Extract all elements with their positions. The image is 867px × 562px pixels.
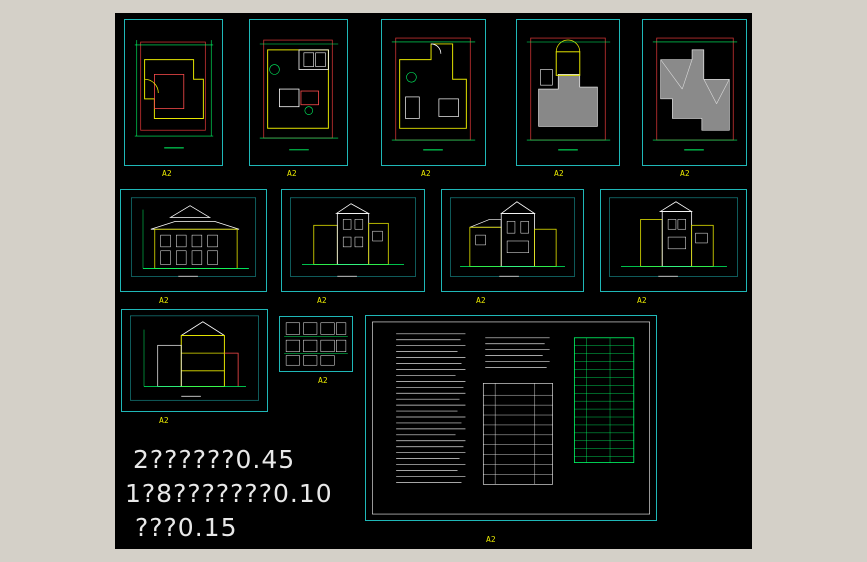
scale-note-3: ???0.15 [135,513,238,542]
floor-plan-drawing [391,37,476,151]
floor-plan-sheet-1[interactable] [124,19,223,166]
floor-plan-sheet-2[interactable] [249,19,348,166]
floor-plan-sheet-4[interactable] [516,19,620,166]
elevation-sheet-4[interactable] [600,189,747,292]
sheet-label: A2 [317,296,327,305]
details-drawing [284,322,348,366]
elevation-drawing [609,197,738,277]
sheet-label: A2 [162,169,172,178]
sheet-label: A2 [159,296,169,305]
sheet-label: A2 [421,169,431,178]
sheet-label: A2 [554,169,564,178]
roof-plan-drawing [652,37,738,151]
sheet-label: A2 [476,296,486,305]
floor-plan-drawing [134,40,214,149]
sheet-label: A2 [318,376,328,385]
sheet-label: A2 [680,169,690,178]
cad-drawing-canvas[interactable]: A2 A2 A2 A2 A2 A2 A2 A2 A2 A2 A2 A2 2???… [115,13,752,549]
scale-note-2: 1?8???????0.10 [125,479,333,508]
notes-sheet[interactable] [365,315,657,521]
floor-plan-drawing [526,37,611,151]
elevation-drawing [130,197,257,277]
notes-drawing [372,321,650,515]
floor-plan-drawing [259,39,339,151]
section-drawing [130,315,259,401]
elevation-sheet-2[interactable] [281,189,425,292]
elevation-drawing [289,197,417,277]
sheet-label: A2 [159,416,169,425]
details-sheet[interactable] [279,316,353,372]
roof-plan-sheet[interactable] [642,19,747,166]
scale-note-1: 2??????0.45 [133,445,296,474]
elevation-drawing [449,197,576,277]
floor-plan-sheet-3[interactable] [381,19,486,166]
sheet-label: A2 [486,535,496,544]
section-sheet[interactable] [121,309,268,412]
elevation-sheet-1[interactable] [120,189,267,292]
sheet-label: A2 [287,169,297,178]
elevation-sheet-3[interactable] [441,189,584,292]
sheet-label: A2 [637,296,647,305]
